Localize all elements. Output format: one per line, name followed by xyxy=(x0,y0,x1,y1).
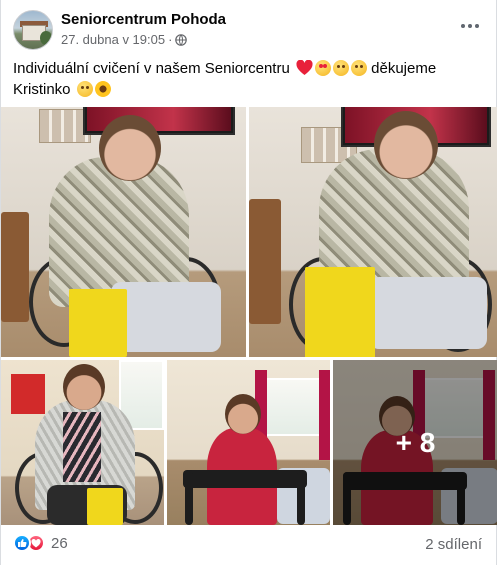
post-photo-5-more[interactable]: + 8 xyxy=(333,360,497,525)
globe-icon[interactable] xyxy=(175,33,188,46)
facebook-post: Seniorcentrum Pohoda 27. dubna v 19:05 ·… xyxy=(0,0,497,565)
red-heart-emoji-icon xyxy=(296,59,313,76)
more-photos-overlay[interactable]: + 8 xyxy=(333,360,497,525)
post-meta: 27. dubna v 19:05 · xyxy=(61,32,188,47)
page-avatar[interactable] xyxy=(13,10,53,50)
more-options-button[interactable] xyxy=(456,14,484,38)
post-text-line2: Kristinko xyxy=(13,81,71,98)
post-photo-3[interactable] xyxy=(1,360,164,525)
reaction-count[interactable]: 26 xyxy=(51,535,68,552)
hugging-face-emoji-icon xyxy=(332,60,349,76)
post-photo-4[interactable] xyxy=(167,360,330,525)
more-horizontal-icon xyxy=(461,24,465,28)
sunflower-emoji-icon xyxy=(94,81,111,97)
like-icon xyxy=(13,534,31,552)
photo-grid: + 8 xyxy=(1,107,497,525)
page-name-link[interactable]: Seniorcentrum Pohoda xyxy=(61,11,226,28)
post-timestamp-link[interactable]: 27. dubna v 19:05 xyxy=(61,32,165,47)
post-photo-1[interactable] xyxy=(1,107,246,357)
meta-separator: · xyxy=(168,32,173,47)
kissing-face-emoji-icon xyxy=(350,60,367,76)
shares-count-link[interactable]: 2 sdílení xyxy=(425,536,482,553)
reactions-summary[interactable]: 26 xyxy=(13,534,68,552)
post-photo-2[interactable] xyxy=(249,107,497,357)
heart-eyes-emoji-icon xyxy=(314,60,331,76)
post-header: Seniorcentrum Pohoda 27. dubna v 19:05 · xyxy=(13,10,484,52)
more-photos-count: + 8 xyxy=(395,426,436,458)
post-text-line1: Individuální cvičení v našem Seniorcentr… xyxy=(13,60,290,77)
smiling-face-emoji-icon xyxy=(76,81,93,97)
post-text: Individuální cvičení v našem Seniorcentr… xyxy=(13,58,483,100)
post-text-thanks: děkujeme xyxy=(371,60,437,77)
